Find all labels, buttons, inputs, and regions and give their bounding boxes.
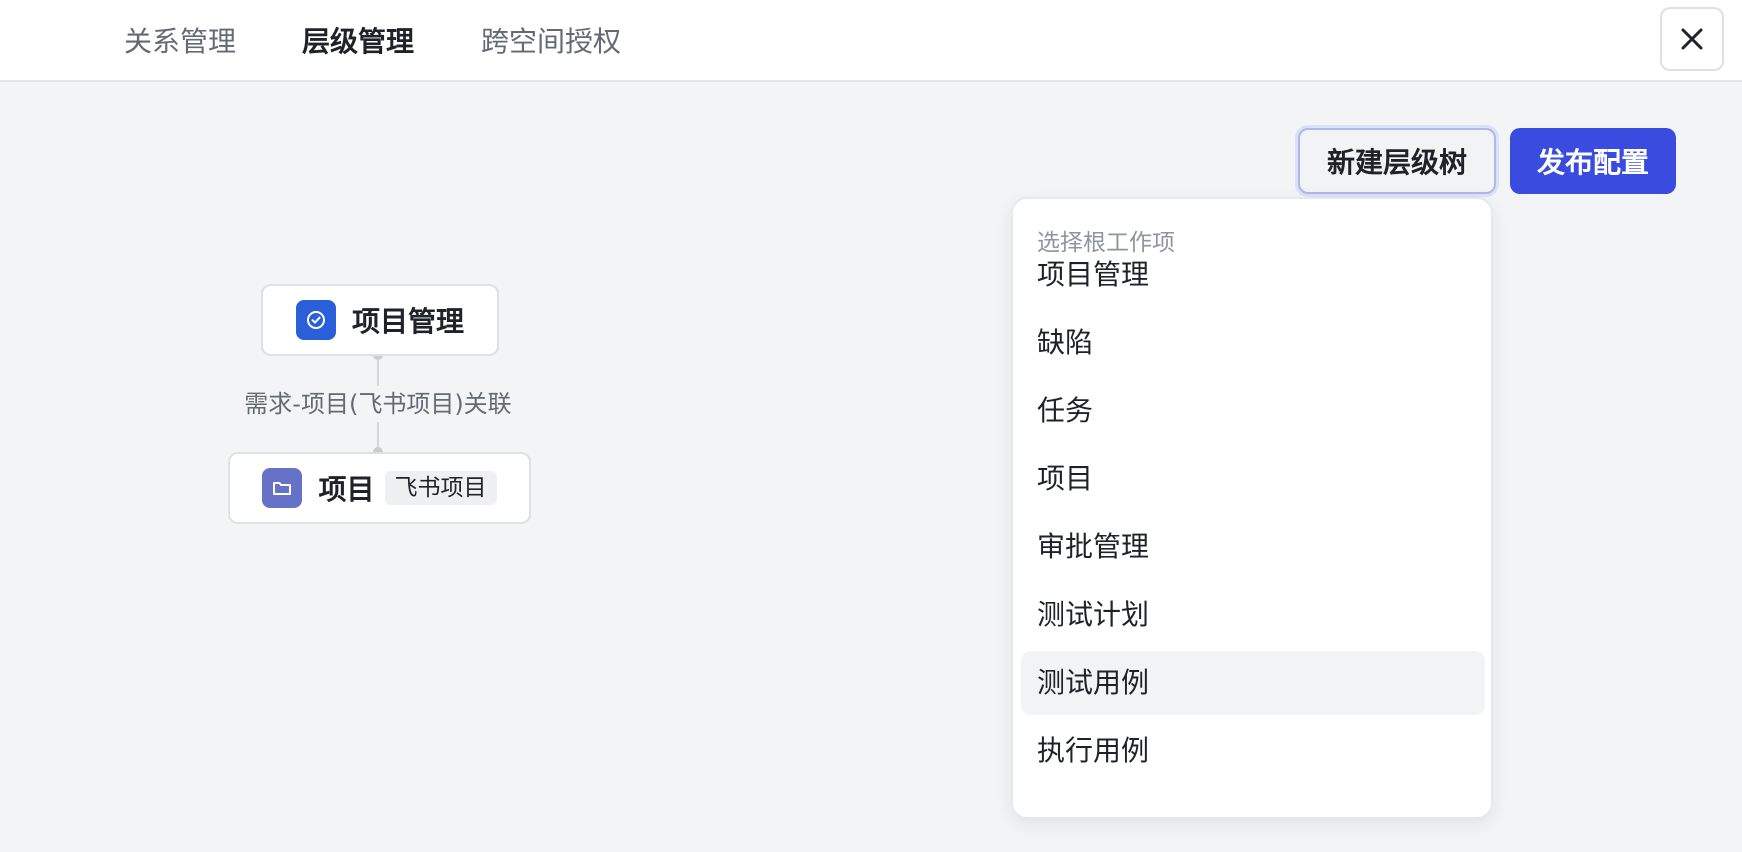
folder-icon <box>262 468 303 508</box>
dropdown-item-project[interactable]: 项目 <box>1021 447 1485 511</box>
dropdown-item-approval-management[interactable]: 审批管理 <box>1021 515 1485 579</box>
edge-label: 需求-项目(飞书项目)关联 <box>230 386 526 422</box>
dropdown-item-project-management[interactable]: 项目管理 <box>1021 243 1485 307</box>
hierarchy-node-root[interactable]: 项目管理 <box>261 284 499 356</box>
publish-config-button[interactable]: 发布配置 <box>1510 128 1676 194</box>
node-label: 项目管理 <box>351 305 464 338</box>
node-label: 项目 <box>318 473 375 506</box>
dropdown-item-execution-case[interactable]: 执行用例 <box>1021 719 1485 783</box>
dropdown-item-task[interactable]: 任务 <box>1021 379 1485 443</box>
close-icon <box>1681 28 1703 50</box>
dropdown-item-test-case[interactable]: 测试用例 <box>1021 651 1485 715</box>
tab-relation-management[interactable]: 关系管理 <box>124 20 236 64</box>
dropdown-item-test-plan[interactable]: 测试计划 <box>1021 583 1485 647</box>
tab-hierarchy-management[interactable]: 层级管理 <box>302 20 414 64</box>
hierarchy-node-child[interactable]: 项目 飞书项目 <box>228 452 531 524</box>
top-bar: 关系管理 层级管理 跨空间授权 <box>0 0 1742 82</box>
root-work-item-dropdown: 选择根工作项 项目管理 缺陷 任务 项目 审批管理 测试计划 测试用例 执行用例 <box>1011 197 1493 819</box>
close-button[interactable] <box>1660 7 1724 71</box>
dropdown-item-defect[interactable]: 缺陷 <box>1021 311 1485 375</box>
check-circle-icon <box>295 300 336 340</box>
tab-cross-space-authorization[interactable]: 跨空间授权 <box>481 20 621 64</box>
node-tag: 飞书项目 <box>384 471 497 505</box>
new-hierarchy-tree-button[interactable]: 新建层级树 <box>1298 128 1496 194</box>
